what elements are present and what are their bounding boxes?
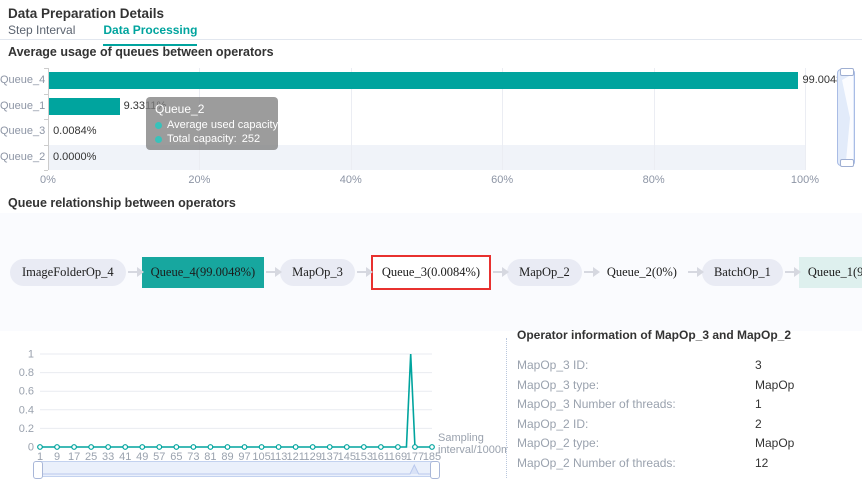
info-value: 1 <box>755 395 762 415</box>
axis-tick <box>44 94 48 95</box>
info-label: MapOp_3 type: <box>517 376 755 396</box>
flow-arrow-icon <box>128 271 138 273</box>
tab-data-processing[interactable]: Data Processing <box>103 23 197 46</box>
flow-node-mapop-3[interactable]: MapOp_3 <box>280 259 355 286</box>
svg-text:0.2: 0.2 <box>19 423 34 435</box>
data-preparation-details-page: Data Preparation Details Step Interval D… <box>0 0 862 483</box>
queue-usage-line-chart[interactable]: 00.20.40.60.8119172533414957657381899710… <box>0 336 505 481</box>
tooltip-value: 252 <box>242 133 260 145</box>
page-header: Data Preparation Details Step Interval D… <box>0 0 862 40</box>
info-label: MapOp_2 type: <box>517 434 755 454</box>
tooltip-title: Queue_2 <box>155 102 269 116</box>
datazoom-right-handle[interactable] <box>430 461 440 479</box>
datazoom-shadow <box>838 70 854 165</box>
queue-usage-bar-chart[interactable]: Queue_499.0048%Queue_19.3311%Queue_30.00… <box>0 62 862 190</box>
axis-tick <box>44 68 48 69</box>
axis-tick <box>44 170 48 171</box>
bar-section-title: Average usage of queues between operator… <box>8 45 274 59</box>
series-dot-icon <box>155 136 162 143</box>
bar-chart-x-tick: 60% <box>491 174 513 186</box>
flow-node-queue-1[interactable]: Queue_1(9.3311%) <box>799 257 862 288</box>
info-value: 12 <box>755 454 768 474</box>
info-row: MapOp_3 ID:3 <box>517 356 857 376</box>
horizontal-datazoom-slider[interactable] <box>36 461 437 477</box>
bar-chart-x-tick: 40% <box>340 174 362 186</box>
flow-arrow-icon <box>266 271 276 273</box>
bar-value-label: 0.0084% <box>53 119 96 145</box>
tooltip-value: 0 <box>286 119 292 131</box>
svg-text:0.4: 0.4 <box>19 404 34 416</box>
flow-node-mapop-2[interactable]: MapOp_2 <box>507 259 582 286</box>
bar-category-label: Queue_4 <box>0 68 42 94</box>
info-row: MapOp_3 type:MapOp <box>517 376 857 396</box>
flow-node-queue-2[interactable]: Queue_2(0%) <box>598 257 686 288</box>
flow-arrow-icon <box>584 271 594 273</box>
info-label: MapOp_3 ID: <box>517 356 755 376</box>
bar-chart-x-tick: 0% <box>40 174 56 186</box>
datazoom-shadow <box>37 462 436 476</box>
bar-value-label: 0.0000% <box>53 145 96 171</box>
bar-category-label: Queue_3 <box>0 119 42 145</box>
series-dot-icon <box>155 122 162 129</box>
info-value: 3 <box>755 356 762 376</box>
tooltip-row: Total capacity: 252 <box>155 133 269 145</box>
flow-node-queue-3-selected[interactable]: Queue_3(0.0084%) <box>371 255 491 290</box>
vertical-datazoom-slider[interactable] <box>837 69 855 166</box>
bar-category-label: Queue_1 <box>0 94 42 120</box>
info-label: MapOp_3 Number of threads: <box>517 395 755 415</box>
info-value: MapOp <box>755 434 794 454</box>
info-value: MapOp <box>755 376 794 396</box>
info-value: 2 <box>755 415 762 435</box>
info-label: MapOp_2 Number of threads: <box>517 454 755 474</box>
usage-bar[interactable] <box>49 98 120 115</box>
svg-text:0: 0 <box>28 442 34 454</box>
flow-section-title: Queue relationship between operators <box>8 196 236 210</box>
datazoom-top-handle[interactable] <box>840 68 854 76</box>
tooltip-row: Average used capacity: 0 <box>155 119 269 131</box>
operator-info-title: Operator information of MapOp_3 and MapO… <box>517 328 857 342</box>
flow-arrow-icon <box>493 271 503 273</box>
page-title: Data Preparation Details <box>8 6 164 21</box>
operator-info-rows: MapOp_3 ID:3 MapOp_3 type:MapOp MapOp_3 … <box>517 356 857 473</box>
datazoom-bottom-handle[interactable] <box>840 159 854 167</box>
operator-info-panel: Operator information of MapOp_3 and MapO… <box>517 328 857 473</box>
axis-tick <box>44 119 48 120</box>
svg-text:0.8: 0.8 <box>19 367 34 379</box>
flow-arrow-icon <box>688 271 698 273</box>
tab-bar: Step Interval Data Processing <box>8 23 197 46</box>
chart-tooltip: Queue_2 Average used capacity: 0 Total c… <box>146 97 278 150</box>
flow-arrow-icon <box>785 271 795 273</box>
line-chart-x-axis-label: Sampling interval/1000ms <box>438 432 508 458</box>
flow-node-queue-4[interactable]: Queue_4(99.0048%) <box>142 257 265 288</box>
tooltip-label: Average used capacity: <box>167 119 281 131</box>
datazoom-left-handle[interactable] <box>33 461 43 479</box>
bar-chart-x-tick: 100% <box>791 174 819 186</box>
flow-arrow-icon <box>357 271 367 273</box>
info-row: MapOp_2 type:MapOp <box>517 434 857 454</box>
panel-divider <box>506 338 507 478</box>
usage-bar[interactable] <box>49 72 798 89</box>
tab-step-interval[interactable]: Step Interval <box>8 23 75 46</box>
tooltip-label: Total capacity: <box>167 133 237 145</box>
flow-node-batchop-1[interactable]: BatchOp_1 <box>702 259 783 286</box>
queue-flow-diagram: ImageFolderOp_4 Queue_4(99.0048%) MapOp_… <box>0 213 862 331</box>
bar-chart-x-tick: 80% <box>643 174 665 186</box>
svg-text:1: 1 <box>28 349 34 361</box>
info-row: MapOp_2 Number of threads:12 <box>517 454 857 474</box>
bar-chart-x-tick: 20% <box>188 174 210 186</box>
bar-category-label: Queue_2 <box>0 145 42 171</box>
svg-text:0.6: 0.6 <box>19 386 34 398</box>
info-row: MapOp_3 Number of threads:1 <box>517 395 857 415</box>
info-label: MapOp_2 ID: <box>517 415 755 435</box>
info-row: MapOp_2 ID:2 <box>517 415 857 435</box>
axis-tick <box>44 145 48 146</box>
flow-node-imagefolderop-4[interactable]: ImageFolderOp_4 <box>10 259 126 286</box>
